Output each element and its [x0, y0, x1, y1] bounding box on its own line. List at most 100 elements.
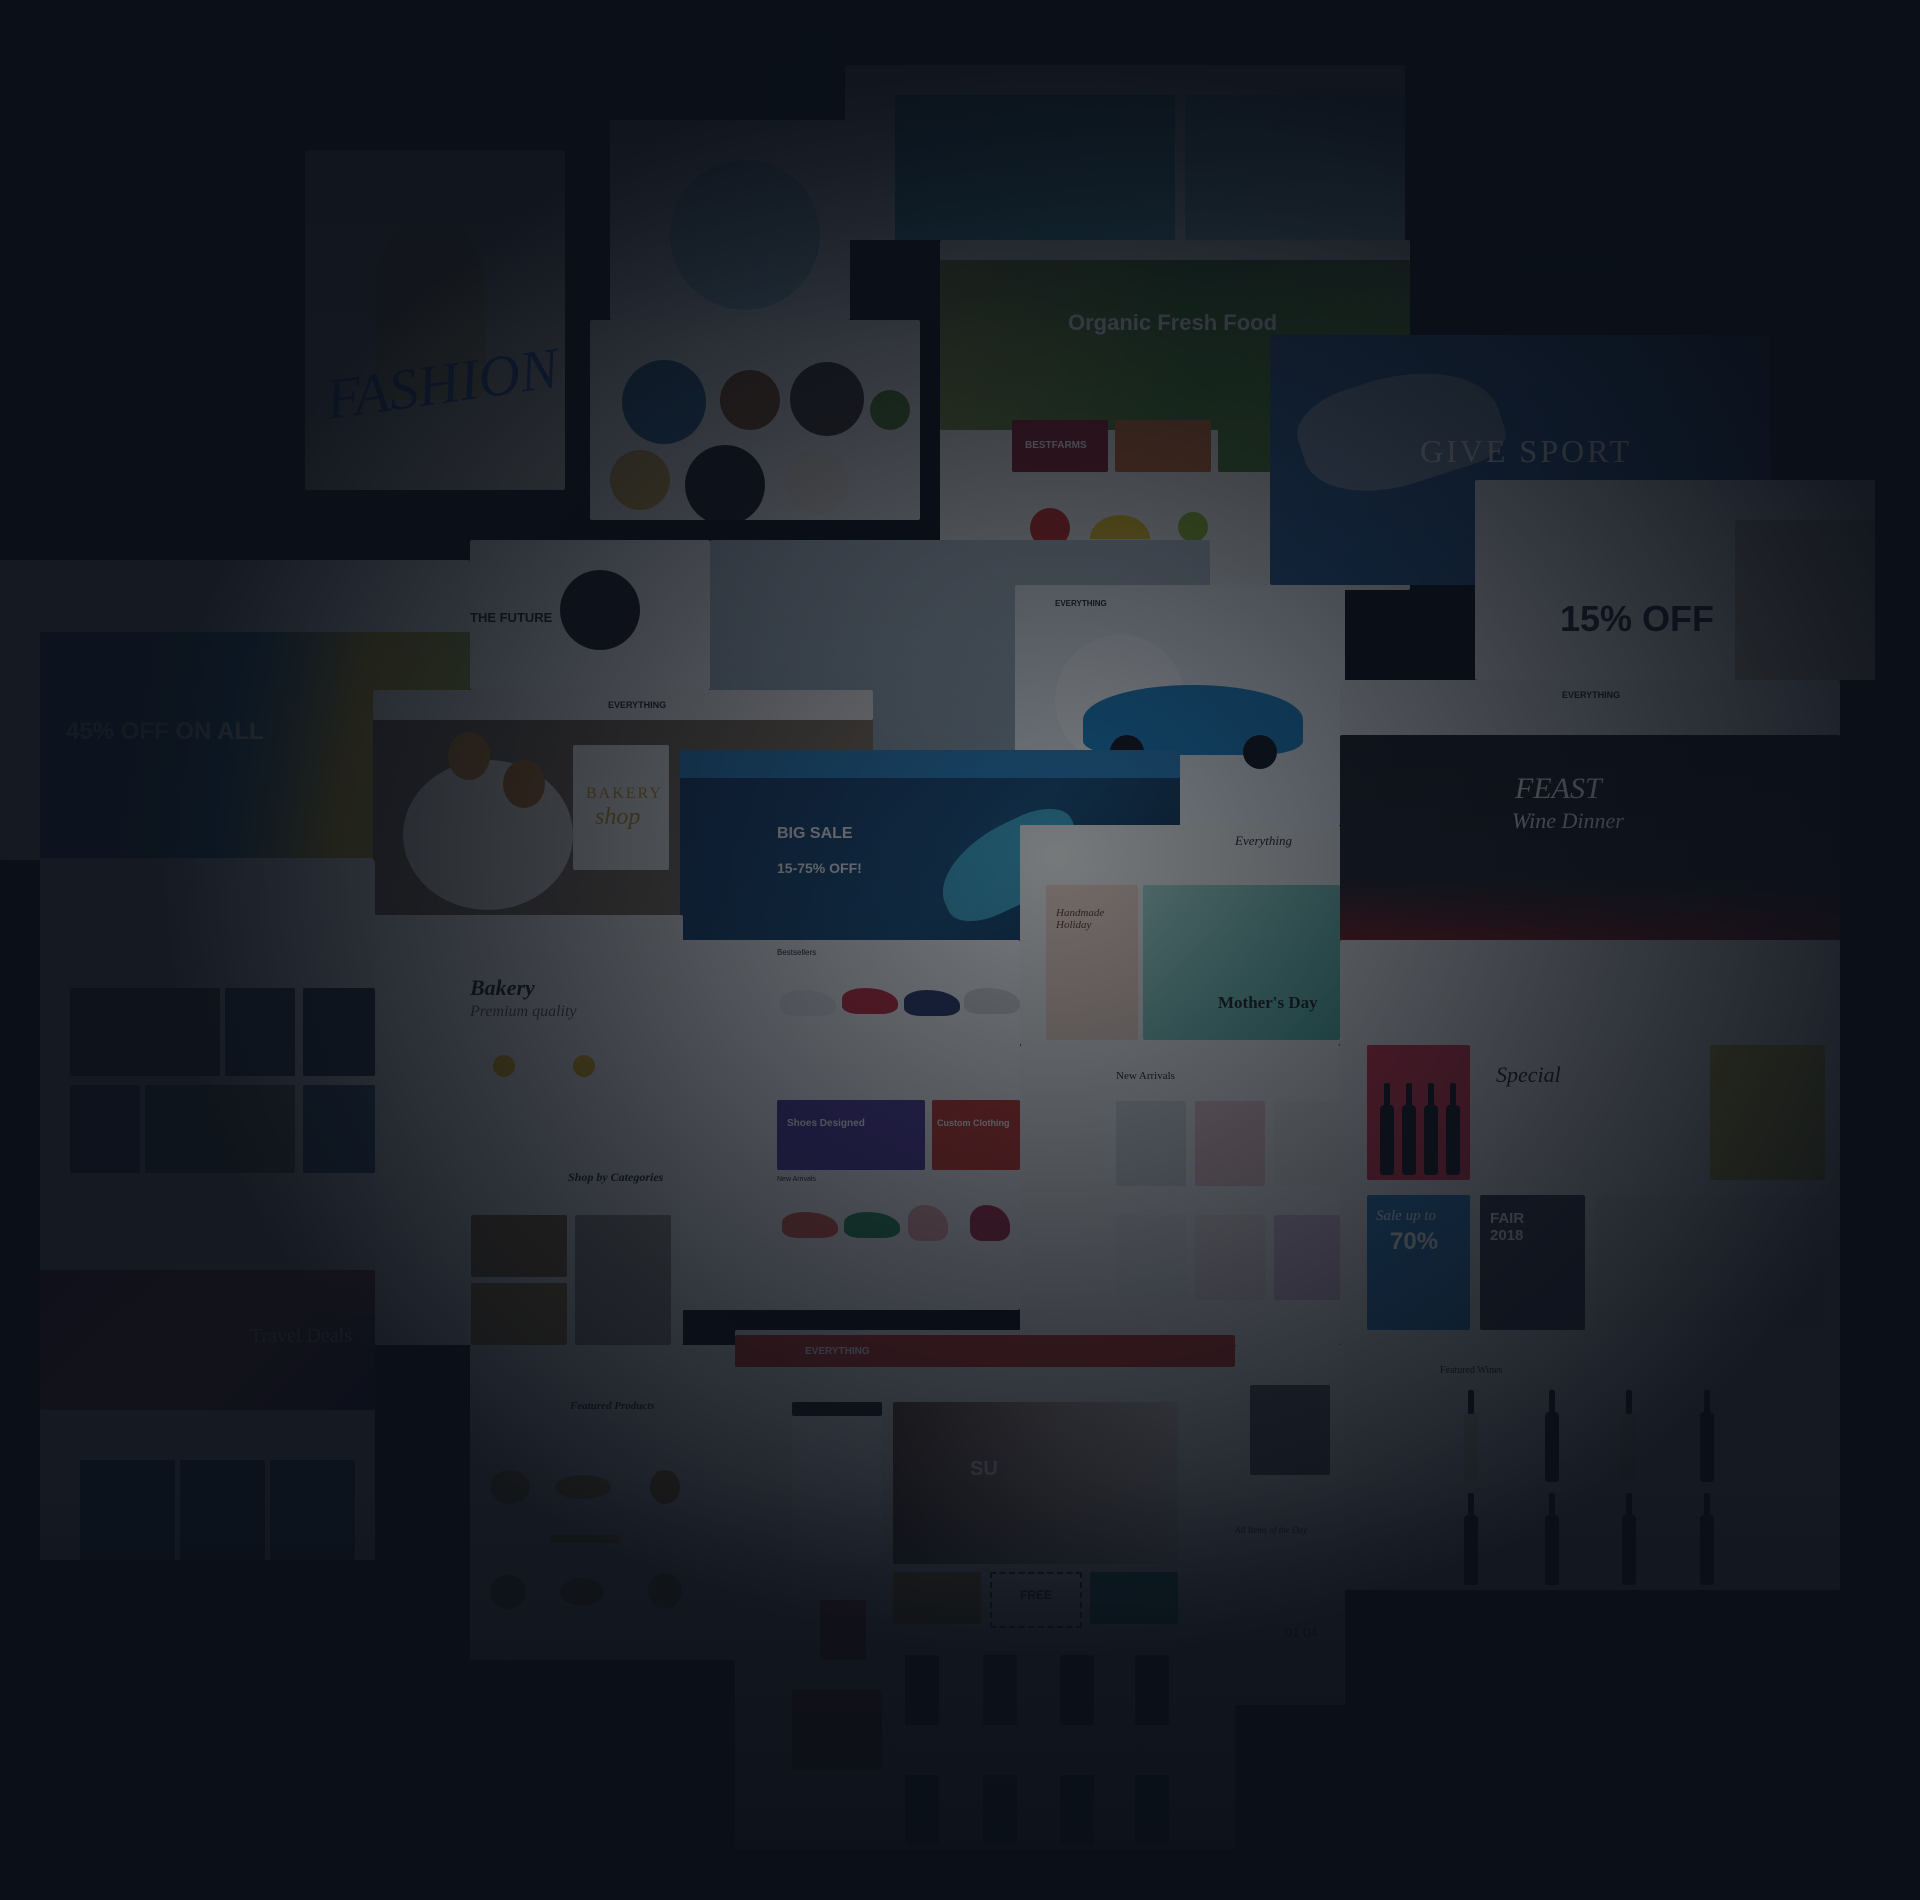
shoes-products-section: Bestsellers Shoes Designed Custom Clothi…	[680, 940, 1020, 1310]
feast-nav-brand: EVERYTHING	[1562, 690, 1621, 700]
food-bowls-template	[590, 320, 920, 520]
model-8	[1135, 1775, 1169, 1845]
gift-1	[1116, 1101, 1186, 1186]
hat-model-circle	[670, 160, 820, 310]
bakery-icon-1	[493, 1055, 515, 1077]
featured-wine-2	[1545, 1390, 1559, 1482]
featured-wine-5	[1464, 1493, 1478, 1585]
gift-4	[1116, 1215, 1186, 1300]
egg-2	[503, 760, 545, 808]
gift-6	[1274, 1215, 1340, 1300]
gift-2	[1195, 1101, 1265, 1186]
model-5	[905, 1775, 939, 1845]
sale-up-to: Sale up to	[1376, 1208, 1436, 1224]
bowl-6	[785, 450, 849, 514]
featured-wine-4	[1700, 1390, 1714, 1482]
top-banner-right	[915, 0, 1315, 62]
shoe-2	[842, 988, 898, 1014]
special-label: Special	[1496, 1062, 1561, 1087]
featured-wine-1	[1464, 1390, 1478, 1482]
bowl-2	[720, 370, 780, 430]
red-sidebar-head	[792, 1402, 882, 1416]
teal-hero-2	[1185, 95, 1405, 240]
fifteen-off-title: 15% OFF	[1560, 598, 1715, 639]
wine-promo-4	[1595, 1195, 1825, 1330]
shoe-1	[780, 990, 836, 1016]
red-header-brand: EVERYTHING	[805, 1346, 870, 1357]
shoe-5	[782, 1212, 838, 1238]
wine-bottle-d	[1446, 1083, 1460, 1175]
featured-wines: Featured Wines	[1440, 1365, 1503, 1376]
red-hero	[893, 1402, 1178, 1564]
mothers-day-template: Everything Handmade Holiday Mother's Day	[1020, 825, 1340, 1045]
egg-1	[448, 732, 490, 780]
wine-dinner: Wine Dinner	[1512, 808, 1624, 833]
fifteen-off-template: 15% OFF	[1475, 480, 1875, 680]
camera-template: THE FUTURE	[470, 540, 710, 690]
travel-thumb-4	[70, 1085, 140, 1173]
handmade-title: Handmade Holiday	[1056, 907, 1105, 931]
custom-clothing: Custom Clothing	[937, 1118, 1010, 1128]
category-2	[575, 1215, 671, 1345]
new-arrivals-heading: New Arrivals	[1116, 1070, 1175, 1082]
bowl-7	[870, 390, 910, 430]
wine-promo-3	[1710, 1045, 1825, 1180]
travel-lower-section: Travel Deals	[40, 860, 375, 1560]
lens	[560, 570, 640, 650]
wine-bottle-a	[1380, 1083, 1394, 1175]
travel-thumb-8	[180, 1460, 265, 1560]
category-3	[471, 1283, 567, 1345]
bowl-5	[685, 445, 765, 520]
mothers-day-title: Mother's Day	[1218, 993, 1318, 1012]
travel-thumb-9	[270, 1460, 355, 1560]
bread-1	[490, 1470, 530, 1504]
travel-deals: Travel Deals	[250, 1325, 353, 1347]
free-label: FREE	[1020, 1588, 1053, 1602]
mothers-day-photo	[1143, 885, 1340, 1040]
lime	[1178, 512, 1208, 542]
featured-wine-8	[1700, 1493, 1714, 1585]
bakery-section: Bakery Premium quality Shop by Categorie…	[373, 915, 683, 1345]
future-title: THE FUTURE	[470, 610, 553, 625]
off-all-title: 45% OFF ON ALL	[66, 718, 264, 745]
bowl-1	[622, 360, 706, 444]
bread-price-bar	[550, 1535, 620, 1543]
gift-5	[1195, 1215, 1265, 1300]
bestsellers-label: Bestsellers	[777, 948, 817, 957]
big-sale-pct: 15-75% OFF!	[777, 860, 862, 876]
countdown: 01 04	[1285, 1625, 1318, 1640]
bakery-icon-2	[573, 1055, 595, 1077]
feast-hero	[1340, 735, 1840, 940]
shoe-8	[970, 1205, 1010, 1241]
new-arrivals-section: New Arrivals	[1020, 1045, 1340, 1345]
right-top-template	[1415, 100, 1745, 270]
bowl-4	[610, 450, 670, 510]
hat-model-template	[610, 120, 850, 320]
red-hero-text: SU	[970, 1458, 998, 1480]
car-brand: EVERYTHING	[1055, 599, 1107, 608]
travel-thumb-6	[303, 1085, 375, 1173]
fashion-template: FASHION	[305, 150, 565, 490]
car-wheel-2	[1243, 735, 1277, 769]
shoe-4	[964, 988, 1020, 1014]
model-1	[905, 1655, 939, 1725]
model-4	[1135, 1655, 1169, 1725]
deal-of-day-section: All Items of the Day 01 04	[1235, 1345, 1345, 1705]
wine-section: Special Sale up to 70% FAIR 2018 Feature…	[1340, 940, 1840, 1590]
shoes-designed-banner	[777, 1100, 925, 1170]
bakery-featured-section: Featured Products	[470, 1345, 740, 1715]
shoes-designed: Shoes Designed	[787, 1118, 865, 1129]
travel-thumb-7	[80, 1460, 175, 1560]
flour-bowl	[403, 760, 573, 910]
clothes-stack	[820, 1600, 866, 1660]
promo-tile-3	[1090, 1572, 1178, 1624]
featured-products: Featured Products	[570, 1400, 655, 1412]
top-banner-left	[500, 0, 840, 130]
custom-clothing-banner	[932, 1100, 1020, 1170]
bakery-heading: Bakery	[470, 975, 535, 1000]
deal-image	[1250, 1385, 1330, 1475]
wine-bottle-c	[1424, 1083, 1438, 1175]
give-sport-title: GIVE SPORT	[1420, 433, 1633, 469]
wine-bottle-b	[1402, 1083, 1416, 1175]
shoe-6	[844, 1212, 900, 1238]
